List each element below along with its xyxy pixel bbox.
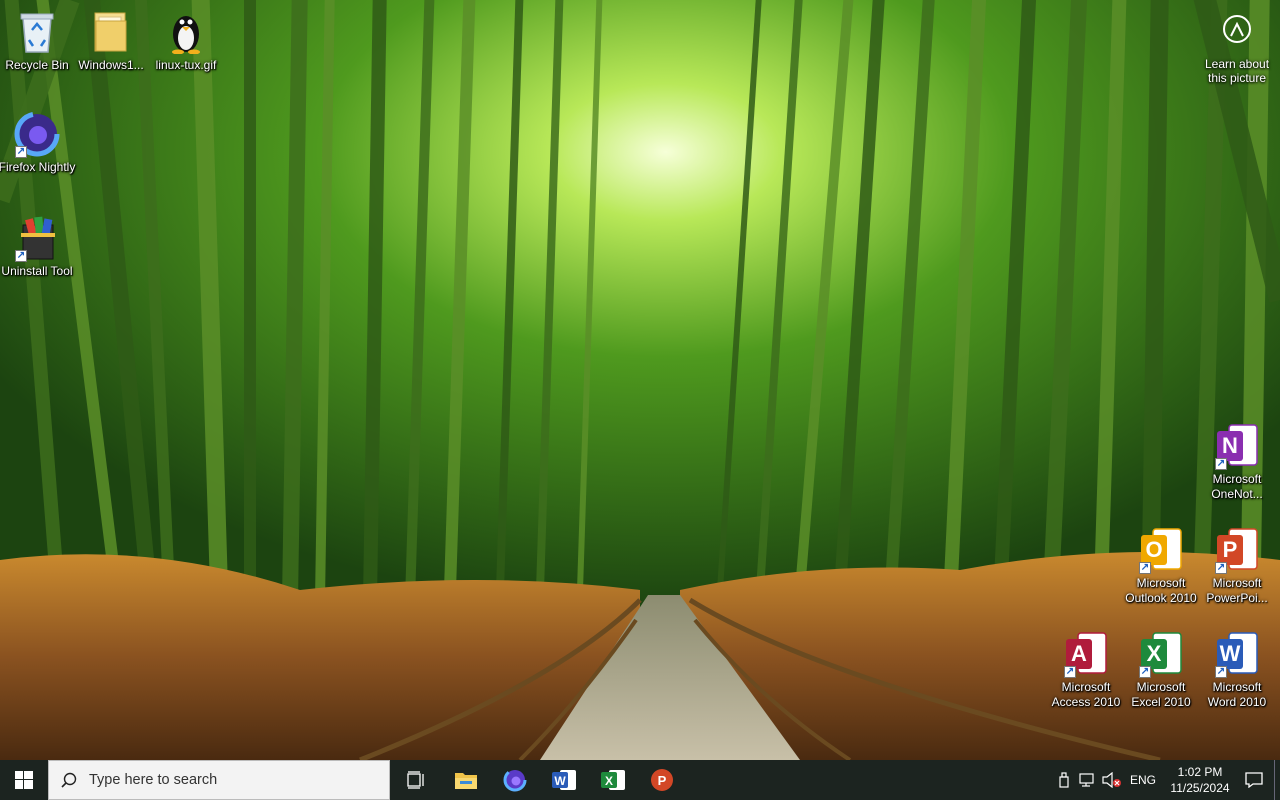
desktop-icon-label: Microsoft PowerPoi... [1206,576,1268,605]
uninstall-tool-icon: ↗ [13,214,61,262]
file-explorer-icon [454,773,477,789]
search-icon [61,772,77,788]
action-center-button[interactable] [1234,760,1274,800]
clock-date: 11/25/2024 [1170,781,1230,795]
svg-text:A: A [1071,641,1087,666]
speaker-muted-icon[interactable] [1100,760,1124,800]
clock-time: 1:02 PM [1177,765,1223,779]
firefox-icon [503,768,526,792]
desktop-icon-label: Microsoft Access 2010 [1051,680,1121,709]
language-indicator[interactable]: ENG [1124,773,1166,787]
task-view-icon [406,771,424,789]
task-view-button[interactable] [392,760,441,800]
access-icon: A ↗ [1062,630,1110,678]
start-button[interactable] [0,760,48,800]
word-icon: W [551,770,576,790]
desktop-icon-label: Windows1... [78,58,144,72]
desktop-icon-firefox-nightly[interactable]: ↗ Firefox Nightly [0,110,76,175]
notification-icon [1245,772,1263,788]
shortcut-arrow-icon: ↗ [15,146,27,158]
desktop-icon-label: Uninstall Tool [1,264,73,278]
shortcut-arrow-icon: ↗ [1215,458,1227,470]
powerpoint-icon: P [650,769,673,791]
search-placeholder: Type here to search [89,772,218,788]
desktop-icon-windows-folder[interactable]: Windows1... [74,8,148,73]
desktop-icon-onenote[interactable]: N ↗ Microsoft OneNot... [1200,422,1274,502]
onenote-icon: N ↗ [1213,422,1261,470]
file-explorer-button[interactable] [441,760,490,800]
system-tray: ENG 1:02 PM 11/25/2024 [1052,760,1280,800]
excel-icon: X [600,770,625,790]
learn-about-label: Learn about this picture [1204,57,1270,85]
desktop-icon-word[interactable]: W ↗ Microsoft Word 2010 [1200,630,1274,710]
svg-text:P: P [1223,537,1238,562]
shortcut-arrow-icon: ↗ [1215,562,1227,574]
firefox-button[interactable] [490,760,539,800]
svg-text:X: X [604,774,612,788]
network-icon[interactable] [1076,760,1100,800]
shortcut-arrow-icon: ↗ [1139,562,1151,574]
desktop-icon-label: Microsoft Excel 2010 [1131,680,1191,709]
desktop-icon-excel[interactable]: X ↗ Microsoft Excel 2010 [1124,630,1198,710]
desktop-icon-recycle-bin[interactable]: Recycle Bin [0,8,74,73]
shortcut-arrow-icon: ↗ [1215,666,1227,678]
desktop-icon-label: Microsoft OneNot... [1211,472,1263,501]
svg-text:W: W [554,774,566,788]
desktop-icon-powerpoint[interactable]: P ↗ Microsoft PowerPoi... [1200,526,1274,606]
taskbar-search-box[interactable]: Type here to search [48,760,390,800]
desktop-icon-label: Recycle Bin [5,58,69,72]
desktop-icon-label: Firefox Nightly [0,160,76,174]
svg-text:O: O [1145,537,1162,562]
word-button[interactable]: W [539,760,588,800]
excel-button[interactable]: X [588,760,637,800]
usb-device-icon[interactable] [1052,760,1076,800]
desktop-icon-label: linux-tux.gif [155,58,217,72]
excel-icon: X ↗ [1137,630,1185,678]
learn-about-picture[interactable]: Learn about this picture [1200,14,1274,85]
powerpoint-icon: P ↗ [1213,526,1261,574]
desktop-icon-label: Microsoft Word 2010 [1207,680,1267,709]
shortcut-arrow-icon: ↗ [1139,666,1151,678]
svg-text:W: W [1220,641,1241,666]
firefox-nightly-icon: ↗ [13,110,61,158]
svg-text:X: X [1147,641,1162,666]
shortcut-arrow-icon: ↗ [15,250,27,262]
shortcut-arrow-icon: ↗ [1064,666,1076,678]
camera-icon [1222,14,1252,49]
desktop-icon-access[interactable]: A ↗ Microsoft Access 2010 [1049,630,1123,710]
clock[interactable]: 1:02 PM 11/25/2024 [1166,764,1234,796]
show-desktop-button[interactable] [1274,760,1280,800]
powerpoint-button[interactable]: P [637,760,686,800]
tux-penguin-icon [162,8,210,56]
desktop-icon-uninstall-tool[interactable]: ↗ Uninstall Tool [0,214,74,279]
taskbar: Type here to search W X P ENG 1:02 PM 11/2… [0,760,1280,800]
desktop-icon-linux-tux[interactable]: linux-tux.gif [149,8,223,73]
outlook-icon: O ↗ [1137,526,1185,574]
folder-icon [87,8,135,56]
desktop-icon-label: Microsoft Outlook 2010 [1125,576,1197,605]
desktop-icon-outlook[interactable]: O ↗ Microsoft Outlook 2010 [1124,526,1198,606]
recycle-bin-icon [13,8,61,56]
svg-text:P: P [657,773,666,788]
svg-text:N: N [1222,433,1238,458]
word-icon: W ↗ [1213,630,1261,678]
windows-logo-icon [15,771,33,789]
